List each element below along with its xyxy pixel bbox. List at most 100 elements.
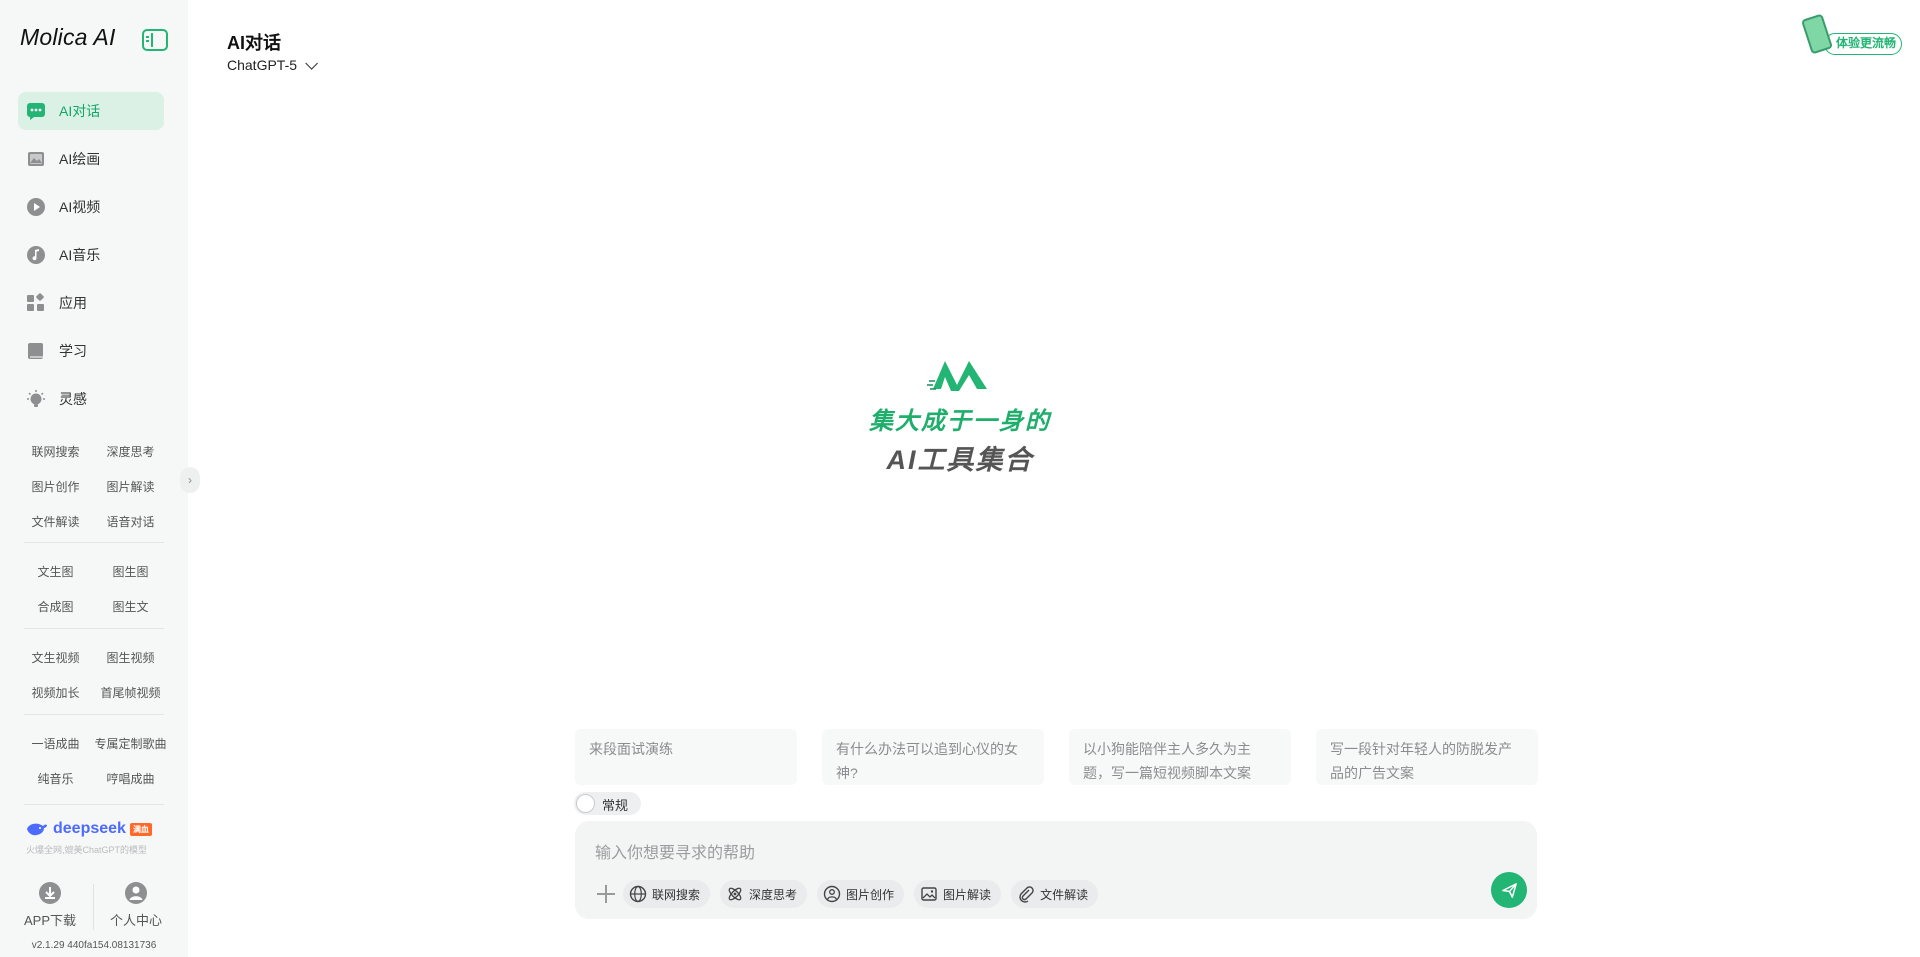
shortcut-keyframe-video[interactable]: 首尾帧视频 [93,684,168,701]
chevron-down-icon [305,56,319,70]
shortcut-file-reading[interactable]: 文件解读 [18,513,93,530]
apps-icon [26,293,46,313]
suggestion-card[interactable]: 来段面试演练 [575,729,797,785]
tool-web-search[interactable]: 联网搜索 [623,880,711,908]
app-download-label: APP下载 [23,913,76,928]
play-icon [26,197,46,217]
divider [24,542,164,543]
brand-logo-icon [927,361,987,391]
shortcut-voice-chat[interactable]: 语音对话 [93,513,168,530]
suggestion-card[interactable]: 写一段针对年轻人的防脱发产品的广告文案 [1316,729,1538,785]
tool-image-creation[interactable]: 图片创作 [817,880,905,908]
chat-icon [26,101,46,121]
sidebar-item-label: AI音乐 [59,247,101,263]
phone-icon [1800,13,1834,55]
tool-file-reading[interactable]: 文件解读 [1011,880,1099,908]
shortcut-pure-music[interactable]: 纯音乐 [18,770,93,787]
user-icon [125,882,147,904]
tool-label: 图片创作 [846,887,895,902]
page-title: AI对话 [227,33,281,53]
picture-icon [921,887,937,901]
sidebar-nav: AI对话 AI绘画 AI视频 AI音乐 应用 学习 灵感 [18,92,164,428]
suggestion-list: 来段面试演练 有什么办法可以追到心仪的女神? 以小狗能陪伴主人多久为主题，写一篇… [575,729,1538,785]
send-icon [1501,882,1517,898]
app-logo: Molica AI [20,24,116,50]
sidebar-item-ai-video[interactable]: AI视频 [18,188,164,226]
shortcut-text-to-video[interactable]: 文生视频 [18,649,93,666]
shortcut-group-music: 一语成曲 专属定制歌曲 纯音乐 哼唱成曲 [18,726,168,796]
promo-badge[interactable]: 体验更流畅 [1800,13,1904,56]
sidebar: Molica AI AI对话 AI绘画 AI视频 AI音乐 应用 学习 灵感 联… [0,0,188,957]
atom-icon [728,887,742,901]
sidebar-item-inspiration[interactable]: 灵感 [18,380,164,418]
sidebar-item-label: 学习 [59,343,87,359]
sidebar-item-ai-music[interactable]: AI音乐 [18,236,164,274]
tool-label: 图片解读 [943,887,992,902]
promo-label: 体验更流畅 [1824,33,1902,55]
shortcut-composite-image[interactable]: 合成图 [18,598,93,615]
personal-center-button[interactable]: 个人中心 [96,880,176,929]
divider [24,804,164,805]
tool-label: 联网搜索 [652,887,701,902]
suggestion-card[interactable]: 以小狗能陪伴主人多久为主题，写一篇短视频脚本文案 [1069,729,1291,785]
shortcut-group-video: 文生视频 图生视频 视频加长 首尾帧视频 [18,640,168,710]
shortcut-deep-thinking[interactable]: 深度思考 [93,443,168,460]
personal-center-label: 个人中心 [109,913,162,928]
sidebar-item-label: AI对话 [59,103,101,119]
chat-input-box[interactable]: 输入你想要寻求的帮助 联网搜索 深度思考 图片创作 图片解读 文件解读 [575,821,1537,919]
lightbulb-icon [26,389,46,409]
shortcut-image-to-text[interactable]: 图生文 [93,598,168,615]
shortcut-video-extend[interactable]: 视频加长 [18,684,93,701]
mode-toggle[interactable]: 常规 [574,792,641,815]
deepseek-whale-icon [26,821,48,837]
app-download-button[interactable]: APP下载 [10,880,90,929]
deepseek-banner[interactable]: deepseek 满血 火爆全网,媲美ChatGPT的模型 [26,820,152,856]
sidebar-collapse-icon[interactable] [142,29,168,51]
version-text: v2.1.29 440fa154.08131736 [31,940,157,951]
shortcut-one-line-song[interactable]: 一语成曲 [18,735,93,752]
palette-icon [823,885,841,903]
add-attachment-plus-icon[interactable] [595,883,617,905]
shortcut-web-search[interactable]: 联网搜索 [18,443,93,460]
tool-label: 深度思考 [749,887,798,902]
mode-toggle-label: 常规 [602,798,629,813]
sidebar-item-learning[interactable]: 学习 [18,332,164,370]
brand-block: 集大成于一身的 AI工具集合 [860,355,1060,477]
sidebar-item-label: 灵感 [59,391,87,407]
app-root: Molica AI AI对话 AI绘画 AI视频 AI音乐 应用 学习 灵感 联… [0,0,1920,957]
sidebar-item-ai-painting[interactable]: AI绘画 [18,140,164,178]
tool-label: 文件解读 [1040,887,1089,902]
model-name: ChatGPT-5 [227,57,298,73]
suggestion-card[interactable]: 有什么办法可以追到心仪的女神? [822,729,1044,785]
model-selector[interactable]: ChatGPT-5 [227,56,319,73]
sidebar-item-ai-chat[interactable]: AI对话 [18,92,164,130]
sidebar-item-label: AI绘画 [59,151,101,167]
shortcut-image-to-image[interactable]: 图生图 [93,563,168,580]
sidebar-bottom: APP下载 个人中心 [0,880,188,930]
brand-slogan-line1: 集大成于一身的 [869,408,1051,435]
shortcut-hum-to-song[interactable]: 哼唱成曲 [93,770,168,787]
shortcut-group-image: 文生图 图生图 合成图 图生文 [18,554,168,624]
sidebar-expand-chevron-icon[interactable]: › [180,467,200,493]
chat-input-placeholder[interactable]: 输入你想要寻求的帮助 [595,839,755,863]
shortcut-image-to-video[interactable]: 图生视频 [93,649,168,666]
book-icon [26,341,46,361]
deepseek-name: deepseek [53,820,126,837]
deepseek-badge: 满血 [129,822,152,836]
send-button[interactable] [1491,872,1527,908]
composer-tools: 联网搜索 深度思考 图片创作 图片解读 文件解读 [595,880,1108,908]
sidebar-item-apps[interactable]: 应用 [18,284,164,322]
shortcut-image-reading[interactable]: 图片解读 [93,478,168,495]
divider [24,628,164,629]
shortcut-text-to-image[interactable]: 文生图 [18,563,93,580]
tool-deep-thinking[interactable]: 深度思考 [720,880,808,908]
deepseek-subtitle: 火爆全网,媲美ChatGPT的模型 [26,845,148,855]
sidebar-item-label: 应用 [59,295,87,311]
shortcut-image-creation[interactable]: 图片创作 [18,478,93,495]
shortcut-custom-song[interactable]: 专属定制歌曲 [93,735,168,752]
image-icon [26,149,46,169]
globe-icon [629,885,647,903]
tool-image-reading[interactable]: 图片解读 [914,880,1002,908]
music-icon [26,245,46,265]
divider [24,714,164,715]
